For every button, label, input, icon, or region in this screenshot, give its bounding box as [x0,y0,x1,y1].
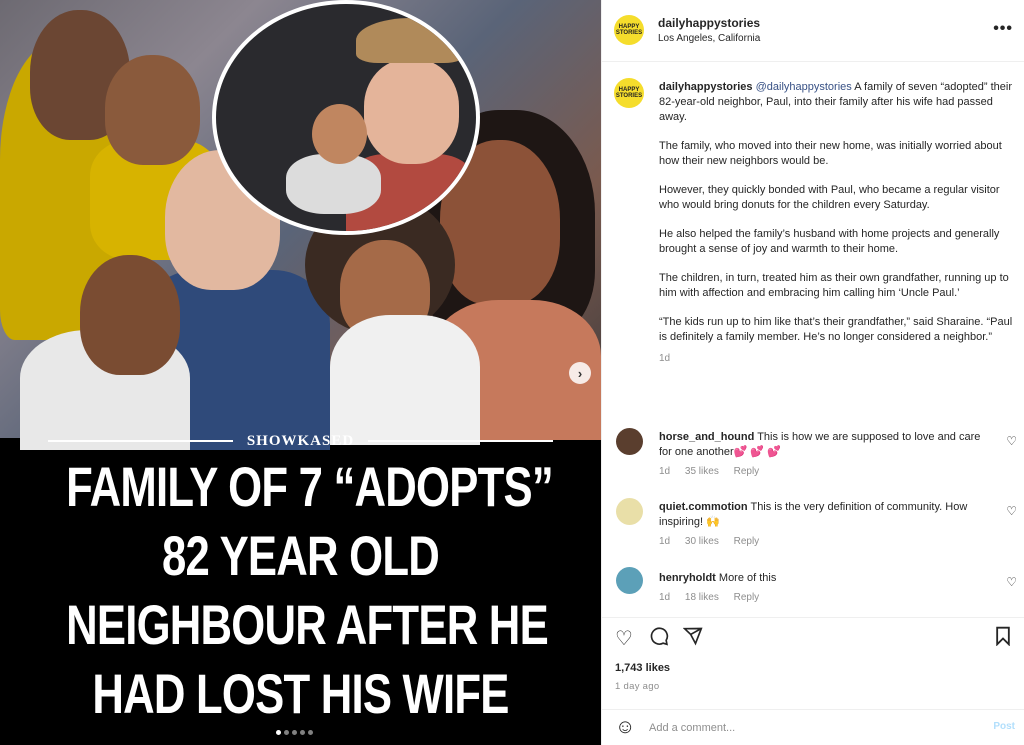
next-slide-button[interactable]: › [569,362,591,384]
caption-mention[interactable]: @dailyhappystories [756,81,852,93]
likes-count[interactable]: 1,743 likes [615,662,670,674]
comment-meta: 1d 30 likes Reply [659,534,989,549]
action-bar: ♡ 1,743 likes 1 day ago [602,617,1024,709]
like-heart-icon[interactable]: ♡ [615,626,633,651]
caption-paragraph: “The kids run up to him like that’s thei… [659,316,1013,343]
more-options-icon[interactable]: ••• [993,20,1013,38]
comment-body: quiet.commotion This is the very definit… [659,500,989,549]
comment-meta: 1d 18 likes Reply [659,590,989,605]
avatar[interactable]: HAPPY STORIES [614,15,644,45]
headline-line: HAD LOST HIS WIFE [92,662,509,725]
heart-icon[interactable]: ♡ [1006,504,1017,518]
post-comment-button[interactable]: Post [993,721,1015,732]
comment-body: henryholdt More of this 1d 18 likes Repl… [659,571,989,605]
caption-paragraph: He also helped the family’s husband with… [659,228,1000,255]
comment-input[interactable] [649,718,969,738]
comment-likes[interactable]: 30 likes [685,536,719,547]
caption-paragraph: However, they quickly bonded with Paul, … [659,184,1000,211]
inset-figure [312,104,367,164]
caption-paragraph: The family, who moved into their new hom… [659,140,1002,167]
chevron-right-icon: › [577,365,583,381]
heart-icon[interactable]: ♡ [1006,575,1017,589]
comment-icon[interactable] [649,626,669,652]
bookmark-icon[interactable] [994,626,1012,652]
post-timestamp[interactable]: 1 day ago [615,681,659,692]
brand-divider: SHOWKASED [0,430,601,452]
comment-time[interactable]: 1d [659,592,670,603]
headline: FAMILY OF 7 “ADOPTS” 82 YEAR OLD NEIGHBO… [0,452,601,728]
comment-meta: 1d 35 likes Reply [659,464,989,479]
carousel-dots [276,730,313,735]
comment-body: horse_and_hound This is how we are suppo… [659,430,989,479]
divider-line [368,440,554,442]
location-link[interactable]: Los Angeles, California [658,33,760,44]
caption-paragraph: The children, in turn, treated him as th… [659,272,1009,299]
comment-time[interactable]: 1d [659,536,670,547]
photo-figure [105,55,200,165]
post-media[interactable]: › SHOWKASED FAMILY OF 7 “ADOPTS” 82 YEAR… [0,0,601,745]
headline-line: FAMILY OF 7 “ADOPTS” [66,455,554,518]
heart-icon[interactable]: ♡ [1006,434,1017,448]
comment-username[interactable]: quiet.commotion [659,501,748,513]
inset-figure [356,18,466,63]
comment-time[interactable]: 1d [659,466,670,477]
photo-figure [330,315,480,445]
headline-line: NEIGHBOUR AFTER HE [66,593,549,656]
divider-line [47,440,233,442]
avatar-logo-text: HAPPY STORIES [615,87,643,99]
carousel-dot[interactable] [300,730,305,735]
comment-likes[interactable]: 35 likes [685,466,719,477]
add-comment-bar: ☺ Post [602,709,1024,745]
avatar[interactable] [616,498,643,525]
post-panel: HAPPY STORIES dailyhappystories Los Ange… [601,0,1024,745]
avatar-logo-text: HAPPY STORIES [615,24,643,36]
comment-text: More of this [718,572,777,584]
caption-timestamp[interactable]: 1d [659,351,1014,366]
avatar[interactable]: HAPPY STORIES [614,78,644,108]
emoji-icon[interactable]: ☺ [615,716,635,739]
inset-figure [364,59,459,164]
carousel-dot[interactable] [276,730,281,735]
comment-likes[interactable]: 18 likes [685,592,719,603]
carousel-dot[interactable] [284,730,289,735]
post-header: HAPPY STORIES dailyhappystories Los Ange… [602,0,1024,62]
headline-line: 82 YEAR OLD [161,524,440,587]
avatar[interactable] [616,567,643,594]
reply-button[interactable]: Reply [734,466,760,477]
reply-button[interactable]: Reply [734,592,760,603]
carousel-dot[interactable] [292,730,297,735]
brand-tag: SHOWKASED [246,432,355,449]
share-icon[interactable] [682,626,703,652]
comment-username[interactable]: henryholdt [659,572,716,584]
comment-username[interactable]: horse_and_hound [659,431,754,443]
caption-username[interactable]: dailyhappystories [659,81,753,93]
post-caption: dailyhappystories @dailyhappystories A f… [659,80,1014,366]
reply-button[interactable]: Reply [734,536,760,547]
inset-photo [212,0,480,235]
comments-scroll-area[interactable]: HAPPY STORIES dailyhappystories @dailyha… [602,62,1024,617]
username-link[interactable]: dailyhappystories [658,16,760,30]
avatar[interactable] [616,428,643,455]
photo-figure [80,255,180,375]
carousel-dot[interactable] [308,730,313,735]
